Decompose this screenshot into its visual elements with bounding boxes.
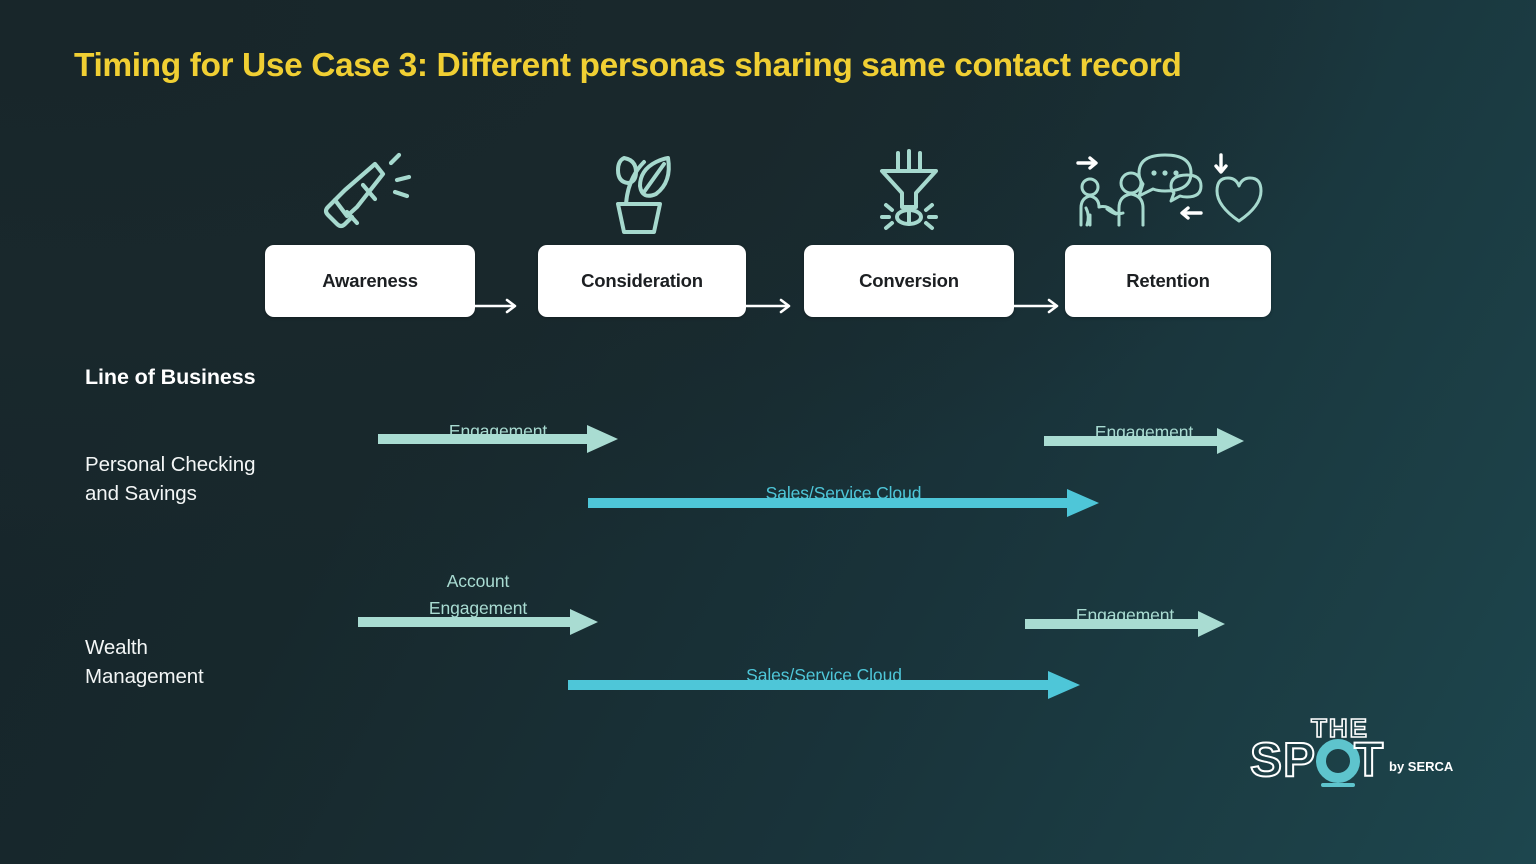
svg-text:T: T bbox=[1354, 734, 1383, 787]
arrow-right-icon bbox=[1025, 611, 1225, 642]
stage-box-retention[interactable]: Retention bbox=[1065, 245, 1271, 317]
journey-stage-awareness: Awareness bbox=[265, 145, 475, 317]
journey-stage-conversion: Conversion bbox=[804, 145, 1014, 317]
stage-label: Conversion bbox=[859, 270, 959, 291]
stage-connector-3 bbox=[1013, 296, 1065, 316]
section-heading: Line of Business bbox=[85, 365, 256, 389]
svg-text:by SERCANTE: by SERCANTE bbox=[1389, 759, 1454, 774]
stage-label: Awareness bbox=[322, 270, 418, 291]
seedling-plant-icon bbox=[538, 145, 746, 237]
flow-arrow-engagement-r2b: Engagement bbox=[1025, 602, 1225, 642]
handshake-chat-heart-icon bbox=[1065, 145, 1271, 237]
row-label-wealth-management: Wealth Management bbox=[85, 636, 204, 688]
funnel-icon bbox=[804, 145, 1014, 237]
stage-box-consideration[interactable]: Consideration bbox=[538, 245, 746, 317]
slide-canvas: Timing for Use Case 3: Different persona… bbox=[0, 0, 1536, 864]
flow-arrow-sales-service-cloud-r1: Sales/Service Cloud bbox=[588, 480, 1099, 522]
flow-arrow-engagement-r1b: Engagement bbox=[1044, 419, 1244, 459]
flow-arrow-account-engagement-r2a: Account Engagement bbox=[358, 568, 598, 640]
arrow-right-icon bbox=[568, 671, 1080, 704]
journey-stage-retention: Retention bbox=[1065, 145, 1271, 317]
stage-label: Retention bbox=[1126, 270, 1210, 291]
the-spot-by-sercante-logo: THE SP T by SERCANTE bbox=[1249, 712, 1480, 795]
arrow-right-icon bbox=[1044, 428, 1244, 459]
flow-arrow-sales-service-cloud-r2: Sales/Service Cloud bbox=[568, 662, 1080, 704]
journey-stage-consideration: Consideration bbox=[538, 145, 746, 317]
flow-arrow-engagement-r1a: Engagement bbox=[378, 418, 618, 458]
arrow-right-icon bbox=[588, 489, 1099, 522]
megaphone-icon bbox=[265, 145, 475, 237]
stage-connector-1 bbox=[473, 296, 523, 316]
arrow-right-icon bbox=[358, 609, 598, 640]
svg-text:SP: SP bbox=[1250, 734, 1316, 787]
page-title: Timing for Use Case 3: Different persona… bbox=[74, 47, 1182, 84]
stage-label: Consideration bbox=[581, 270, 703, 291]
stage-connector-2 bbox=[745, 296, 797, 316]
arrow-right-icon bbox=[378, 425, 618, 458]
stage-box-awareness[interactable]: Awareness bbox=[265, 245, 475, 317]
stage-box-conversion[interactable]: Conversion bbox=[804, 245, 1014, 317]
row-label-personal-checking: Personal Checking and Savings bbox=[85, 453, 256, 505]
